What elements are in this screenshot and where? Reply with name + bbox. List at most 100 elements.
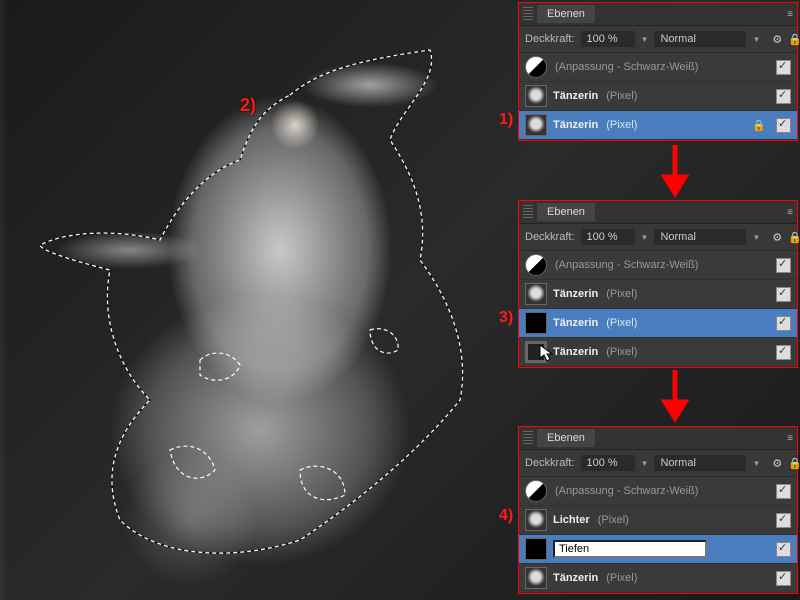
- lock-icon[interactable]: 🔒: [752, 119, 766, 132]
- layer-thumb: [525, 283, 547, 305]
- opacity-value[interactable]: 100 %: [581, 229, 635, 245]
- layer-type: (Pixel): [606, 346, 637, 358]
- layer-row-dancer[interactable]: Tänzerin (Pixel): [519, 82, 797, 111]
- layer-name: Tänzerin: [553, 317, 598, 329]
- visibility-checkbox[interactable]: [776, 513, 791, 528]
- layer-thumb: [525, 85, 547, 107]
- layers-panel-3: Ebenen ≡ Deckkraft: 100 % ▼ Normal ▼ ⚙ 🔒…: [518, 426, 798, 594]
- layer-type: (Pixel): [606, 288, 637, 300]
- blend-mode[interactable]: Normal: [654, 455, 746, 471]
- panel-options: Deckkraft: 100 % ▼ Normal ▼ ⚙ 🔒: [519, 26, 797, 53]
- layer-type: (Pixel): [606, 317, 637, 329]
- annotation-step-1: 1): [499, 111, 513, 129]
- visibility-checkbox[interactable]: [776, 542, 791, 557]
- layer-row-dancer-selected[interactable]: Tänzerin (Pixel) 🔒: [519, 111, 797, 140]
- panel-menu-icon[interactable]: ≡: [787, 9, 793, 20]
- opacity-label: Deckkraft:: [525, 457, 575, 469]
- chevron-down-icon[interactable]: ▼: [641, 459, 649, 468]
- layer-name: Lichter: [553, 514, 590, 526]
- visibility-checkbox[interactable]: [776, 571, 791, 586]
- visibility-checkbox[interactable]: [776, 345, 791, 360]
- blend-mode[interactable]: Normal: [654, 229, 746, 245]
- layers-panel-1: Ebenen ≡ Deckkraft: 100 % ▼ Normal ▼ ⚙ 🔒…: [518, 2, 798, 141]
- layer-row-dancer[interactable]: Tänzerin (Pixel): [519, 564, 797, 593]
- visibility-checkbox[interactable]: [776, 316, 791, 331]
- lock-icon[interactable]: 🔒: [788, 33, 800, 46]
- panel-header[interactable]: Ebenen ≡: [519, 427, 797, 450]
- layer-name: Tänzerin: [553, 346, 598, 358]
- chevron-down-icon[interactable]: ▼: [752, 233, 760, 242]
- mask-thumb: [525, 538, 547, 560]
- panel-options: Deckkraft: 100 % ▼ Normal ▼ ⚙ 🔒: [519, 450, 797, 477]
- grip-icon: [523, 7, 533, 21]
- blend-mode[interactable]: Normal: [654, 31, 746, 47]
- canvas-stage: 2) Ebenen ≡ Deckkraft: 100 % ▼ Normal ▼ …: [0, 0, 800, 600]
- layer-thumb: [525, 114, 547, 136]
- layer-row-dancer-drag[interactable]: Tänzerin (Pixel): [519, 338, 797, 367]
- lock-icon[interactable]: 🔒: [788, 231, 800, 244]
- layer-type: (Pixel): [606, 90, 637, 102]
- mask-thumb: [525, 341, 547, 363]
- visibility-checkbox[interactable]: [776, 118, 791, 133]
- arrow-down-2: [660, 370, 690, 425]
- layer-thumb: [525, 567, 547, 589]
- layers-list: (Anpassung - Schwarz-Weiß) Lichter (Pixe…: [519, 477, 797, 593]
- layer-type: (Pixel): [606, 119, 637, 131]
- gear-icon[interactable]: ⚙: [772, 33, 782, 46]
- opacity-value[interactable]: 100 %: [581, 455, 635, 471]
- tab-layers[interactable]: Ebenen: [537, 429, 595, 447]
- layer-row-depths-rename[interactable]: [519, 535, 797, 564]
- layer-name: Tänzerin: [553, 572, 598, 584]
- mask-thumb: [525, 312, 547, 334]
- opacity-label: Deckkraft:: [525, 231, 575, 243]
- layer-row-adjustment[interactable]: (Anpassung - Schwarz-Weiß): [519, 477, 797, 506]
- chevron-down-icon[interactable]: ▼: [752, 35, 760, 44]
- layer-row-dancer-mask-selected[interactable]: Tänzerin (Pixel): [519, 309, 797, 338]
- tab-layers[interactable]: Ebenen: [537, 203, 595, 221]
- layers-list: (Anpassung - Schwarz-Weiß) Tänzerin (Pix…: [519, 251, 797, 367]
- annotation-step-3: 4): [499, 507, 513, 525]
- adjustment-icon: [525, 254, 547, 276]
- annotation-step-2: 3): [499, 309, 513, 327]
- layer-type: (Pixel): [598, 514, 629, 526]
- layers-panel-2: Ebenen ≡ Deckkraft: 100 % ▼ Normal ▼ ⚙ 🔒…: [518, 200, 798, 368]
- layer-type: (Pixel): [606, 572, 637, 584]
- layers-list: (Anpassung - Schwarz-Weiß) Tänzerin (Pix…: [519, 53, 797, 140]
- layer-thumb: [525, 509, 547, 531]
- layer-name: (Anpassung - Schwarz-Weiß): [555, 485, 698, 497]
- panel-menu-icon[interactable]: ≡: [787, 207, 793, 218]
- gear-icon[interactable]: ⚙: [772, 457, 782, 470]
- tab-layers[interactable]: Ebenen: [537, 5, 595, 23]
- panel-menu-icon[interactable]: ≡: [787, 433, 793, 444]
- grip-icon: [523, 205, 533, 219]
- layer-name: Tänzerin: [553, 119, 598, 131]
- layer-row-lights[interactable]: Lichter (Pixel): [519, 506, 797, 535]
- annotation-canvas: 2): [240, 95, 256, 116]
- panel-options: Deckkraft: 100 % ▼ Normal ▼ ⚙ 🔒: [519, 224, 797, 251]
- gear-icon[interactable]: ⚙: [772, 231, 782, 244]
- visibility-checkbox[interactable]: [776, 89, 791, 104]
- layer-row-dancer[interactable]: Tänzerin (Pixel): [519, 280, 797, 309]
- layer-name: Tänzerin: [553, 90, 598, 102]
- chevron-down-icon[interactable]: ▼: [641, 233, 649, 242]
- visibility-checkbox[interactable]: [776, 258, 791, 273]
- layer-rename-input[interactable]: [553, 540, 707, 558]
- layer-name: (Anpassung - Schwarz-Weiß): [555, 61, 698, 73]
- adjustment-icon: [525, 480, 547, 502]
- grip-icon: [523, 431, 533, 445]
- visibility-checkbox[interactable]: [776, 287, 791, 302]
- layer-row-adjustment[interactable]: (Anpassung - Schwarz-Weiß): [519, 53, 797, 82]
- panel-header[interactable]: Ebenen ≡: [519, 3, 797, 26]
- opacity-label: Deckkraft:: [525, 33, 575, 45]
- lock-icon[interactable]: 🔒: [788, 457, 800, 470]
- chevron-down-icon[interactable]: ▼: [752, 459, 760, 468]
- layer-name: (Anpassung - Schwarz-Weiß): [555, 259, 698, 271]
- chevron-down-icon[interactable]: ▼: [641, 35, 649, 44]
- panel-header[interactable]: Ebenen ≡: [519, 201, 797, 224]
- layer-row-adjustment[interactable]: (Anpassung - Schwarz-Weiß): [519, 251, 797, 280]
- visibility-checkbox[interactable]: [776, 484, 791, 499]
- layer-name: Tänzerin: [553, 288, 598, 300]
- opacity-value[interactable]: 100 %: [581, 31, 635, 47]
- arrow-down-1: [660, 145, 690, 200]
- visibility-checkbox[interactable]: [776, 60, 791, 75]
